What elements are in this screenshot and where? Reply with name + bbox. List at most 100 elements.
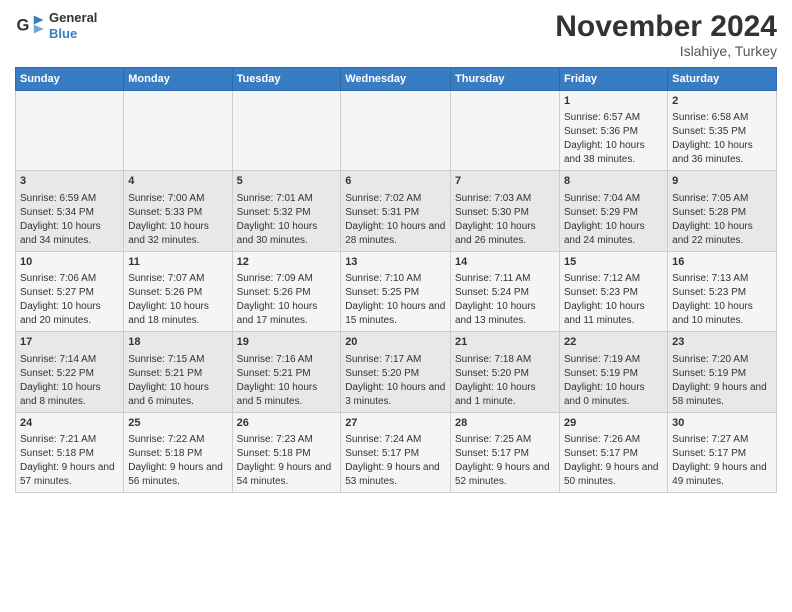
cell-content-line: Sunset: 5:23 PM [672,286,772,300]
day-number: 29 [564,416,663,431]
cell-content-line: Sunset: 5:32 PM [237,206,337,220]
logo-text: General Blue [49,10,97,41]
cell-content-line: Sunset: 5:17 PM [345,447,446,461]
cell-content-line: Daylight: 10 hours and 6 minutes. [128,381,227,409]
day-number: 3 [20,174,119,189]
day-number: 9 [672,174,772,189]
calendar-cell: 14 Sunrise: 7:11 AMSunset: 5:24 PMDayligh… [451,251,560,331]
calendar-cell: 22Sunrise: 7:19 AMSunset: 5:19 PMDayligh… [559,332,667,412]
cell-content-line: Daylight: 10 hours and 38 minutes. [564,139,663,167]
calendar-cell: 28Sunrise: 7:25 AMSunset: 5:17 PMDayligh… [451,412,560,492]
svg-text:G: G [17,16,30,34]
cell-content-line: Sunset: 5:36 PM [564,125,663,139]
cell-content-line: Sunset: 5:20 PM [455,367,555,381]
calendar-cell [16,91,124,171]
day-number: 25 [128,416,227,431]
cell-content-line: Sunset: 5:17 PM [455,447,555,461]
cell-content-line: Daylight: 9 hours and 54 minutes. [237,461,337,489]
cell-content-line: Sunset: 5:24 PM [455,286,555,300]
calendar-week-row: 1Sunrise: 6:57 AMSunset: 5:36 PMDaylight… [16,91,777,171]
cell-content-line: Sunset: 5:18 PM [237,447,337,461]
cell-content-line: Sunset: 5:27 PM [20,286,119,300]
cell-content-line: Sunset: 5:18 PM [128,447,227,461]
cell-content-line: Daylight: 9 hours and 50 minutes. [564,461,663,489]
cell-content-line: Daylight: 10 hours and 36 minutes. [672,139,772,167]
cell-content-line: Daylight: 10 hours and 1 minute. [455,381,555,409]
calendar-cell: 7Sunrise: 7:03 AMSunset: 5:30 PMDaylight… [451,171,560,251]
day-number: 20 [345,335,446,350]
cell-content-line: Daylight: 9 hours and 58 minutes. [672,381,772,409]
calendar-cell: 25Sunrise: 7:22 AMSunset: 5:18 PMDayligh… [124,412,232,492]
cell-content-line: Daylight: 10 hours and 0 minutes. [564,381,663,409]
day-number: 4 [128,174,227,189]
day-number: 10 [20,255,119,270]
cell-content-line: Sunrise: 7:10 AM [345,272,446,286]
cell-content-line: Sunrise: 6:58 AM [672,111,772,125]
cell-content-line: Sunrise: 7:06 AM [20,272,119,286]
day-number: 15 [564,255,663,270]
calendar-cell: 4Sunrise: 7:00 AMSunset: 5:33 PMDaylight… [124,171,232,251]
calendar-cell: 11Sunrise: 7:07 AMSunset: 5:26 PMDayligh… [124,251,232,331]
calendar-cell: 1 Sunrise: 6:57 AMSunset: 5:36 PMDaylight… [559,91,667,171]
day-number: 24 [20,416,119,431]
calendar-cell: 23Sunrise: 7:20 AMSunset: 5:19 PMDayligh… [668,332,777,412]
day-number: 14 [455,255,555,270]
day-number: 11 [128,255,227,270]
cell-content-line: Sunrise: 7:04 AM [564,192,663,206]
cell-content-line: Sunset: 5:21 PM [128,367,227,381]
cell-content-line: Sunrise: 6:57 AM [564,111,663,125]
cell-content-line: Daylight: 10 hours and 17 minutes. [237,300,337,328]
cell-content-line: Daylight: 10 hours and 15 minutes. [345,300,446,328]
page-header: G General Blue November 2024 Islahiye, T… [15,10,777,59]
cell-content-line: Daylight: 10 hours and 13 minutes. [455,300,555,328]
calendar-cell: 30Sunrise: 7:27 AMSunset: 5:17 PMDayligh… [668,412,777,492]
cell-content-line: Sunrise: 7:26 AM [564,433,663,447]
day-number: 1 [564,94,663,109]
day-number: 5 [237,174,337,189]
cell-content-line: Sunset: 5:33 PM [128,206,227,220]
cell-content-line: Sunrise: 7:11 AM [455,272,555,286]
cell-content-line: Sunset: 5:25 PM [345,286,446,300]
calendar-day-header: Wednesday [341,68,451,91]
cell-content-line: Sunrise: 7:17 AM [345,353,446,367]
cell-content-line: Sunset: 5:23 PM [564,286,663,300]
cell-content-line: Sunrise: 7:20 AM [672,353,772,367]
cell-content-line: Daylight: 9 hours and 56 minutes. [128,461,227,489]
cell-content-line: Daylight: 10 hours and 28 minutes. [345,220,446,248]
logo-line1: General [49,10,97,26]
calendar-cell: 10Sunrise: 7:06 AMSunset: 5:27 PMDayligh… [16,251,124,331]
calendar-cell: 27Sunrise: 7:24 AMSunset: 5:17 PMDayligh… [341,412,451,492]
cell-content-line: Sunset: 5:26 PM [128,286,227,300]
calendar-cell: 9Sunrise: 7:05 AMSunset: 5:28 PMDaylight… [668,171,777,251]
calendar-cell [232,91,341,171]
cell-content-line: Sunset: 5:30 PM [455,206,555,220]
cell-content-line: Daylight: 10 hours and 11 minutes. [564,300,663,328]
day-number: 2 [672,94,772,109]
calendar-cell: 8Sunrise: 7:04 AMSunset: 5:29 PMDaylight… [559,171,667,251]
title-area: November 2024 Islahiye, Turkey [555,10,777,59]
calendar-header-row: SundayMondayTuesdayWednesdayThursdayFrid… [16,68,777,91]
day-number: 22 [564,335,663,350]
day-number: 8 [564,174,663,189]
calendar-table: SundayMondayTuesdayWednesdayThursdayFrid… [15,67,777,493]
cell-content-line: Daylight: 9 hours and 53 minutes. [345,461,446,489]
cell-content-line: Sunrise: 7:03 AM [455,192,555,206]
calendar-cell: 6Sunrise: 7:02 AMSunset: 5:31 PMDaylight… [341,171,451,251]
cell-content-line: Daylight: 9 hours and 57 minutes. [20,461,119,489]
day-number: 28 [455,416,555,431]
cell-content-line: Sunset: 5:18 PM [20,447,119,461]
calendar-cell: 26 Sunrise: 7:23 AMSunset: 5:18 PMDayligh… [232,412,341,492]
cell-content-line: Sunset: 5:29 PM [564,206,663,220]
calendar-week-row: 10 Sunrise: 7:06 AMSunset: 5:27 PM Dayligh… [16,251,777,331]
day-number: 26 [237,416,337,431]
cell-content-line: Sunrise: 7:15 AM [128,353,227,367]
cell-content-line: Sunrise: 7:05 AM [672,192,772,206]
day-number: 12 [237,255,337,270]
calendar-week-row: 17Sunrise: 7:14 AMSunset: 5:22 PMDayligh… [16,332,777,412]
calendar-cell: 24Sunrise: 7:21 AMSunset: 5:18 PMDayligh… [16,412,124,492]
day-number: 23 [672,335,772,350]
cell-content-line: Sunrise: 7:23 AM [237,433,337,447]
day-number: 13 [345,255,446,270]
day-number: 19 [237,335,337,350]
cell-content-line: Daylight: 10 hours and 5 minutes. [237,381,337,409]
